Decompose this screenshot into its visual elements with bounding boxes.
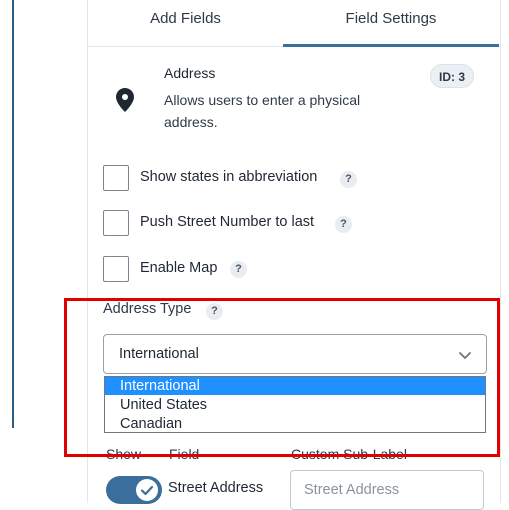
address-type-selected-value: International	[119, 346, 199, 362]
help-icon[interactable]: ?	[230, 261, 247, 278]
active-tab-indicator	[283, 44, 499, 47]
subfield-name: Street Address	[168, 480, 264, 496]
checkbox[interactable]	[103, 165, 129, 191]
field-title: Address	[164, 65, 216, 81]
checkbox[interactable]	[103, 210, 129, 236]
column-header-field: Field	[169, 446, 200, 462]
help-icon[interactable]: ?	[206, 303, 223, 320]
checkbox[interactable]	[103, 256, 129, 282]
address-type-label-text: Address Type	[103, 301, 192, 317]
chevron-down-icon	[459, 352, 471, 359]
tab-add-fields[interactable]: Add Fields	[88, 0, 283, 46]
address-type-dropdown: International United States Canadian	[104, 376, 486, 433]
help-icon[interactable]: ?	[340, 171, 357, 188]
option-label: Show states in abbreviation	[140, 169, 318, 185]
checkmark-icon	[140, 485, 154, 496]
field-description: Allows users to enter a physical address…	[164, 92, 361, 130]
dropdown-option-international[interactable]: International	[105, 377, 485, 395]
column-header-show: Show	[106, 446, 142, 462]
address-type-select[interactable]: International	[103, 334, 487, 374]
left-pane-edge	[12, 0, 14, 428]
show-street-address-toggle[interactable]	[106, 476, 162, 504]
option-label: Enable Map	[140, 260, 218, 276]
field-id-badge: ID: 3	[430, 64, 474, 88]
help-icon[interactable]: ?	[335, 216, 352, 233]
map-pin-icon	[116, 88, 134, 112]
dropdown-option-canadian[interactable]: Canadian	[105, 415, 485, 433]
option-label: Push Street Number to last	[140, 214, 315, 230]
panel-right-border	[500, 0, 501, 503]
dropdown-option-united-states[interactable]: United States	[105, 396, 485, 414]
toggle-knob	[136, 479, 158, 501]
panel-divider	[87, 0, 88, 503]
custom-sub-label-input[interactable]	[290, 470, 484, 510]
address-type-label: Address Type	[103, 301, 191, 317]
column-header-custom-sub-label: Custom Sub-Label	[291, 446, 407, 462]
tab-field-settings[interactable]: Field Settings	[283, 0, 499, 46]
